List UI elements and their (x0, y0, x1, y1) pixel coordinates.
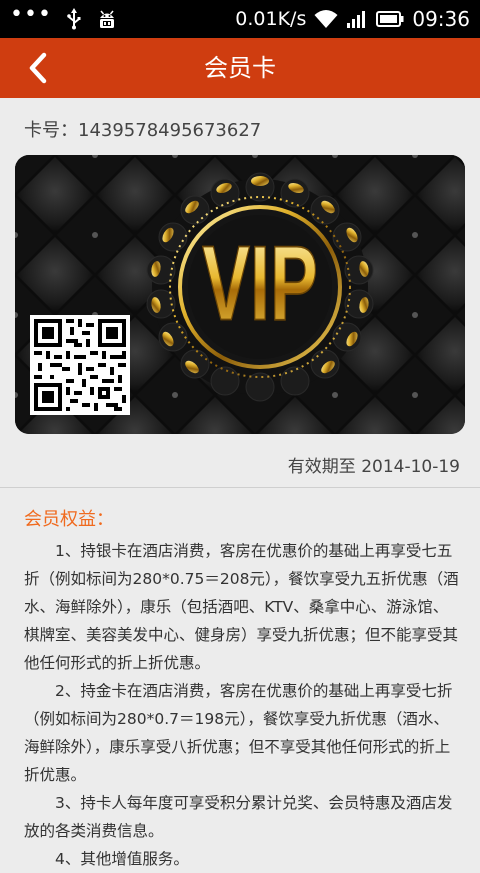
chevron-left-icon (29, 52, 47, 84)
benefit-item-4: 4、其他增值服务。 (55, 850, 189, 868)
benefits-title: 会员权益： (24, 509, 114, 530)
signal-icon (347, 11, 366, 28)
back-button[interactable] (22, 50, 58, 86)
qr-code[interactable] (30, 315, 130, 415)
network-speed: 0.01K/s (235, 8, 307, 30)
qr-code-icon (30, 315, 130, 415)
benefits-section: 会员权益： 1、持银卡在酒店消费，客房在优惠价的基础上再享受七五折（例如标间为2… (24, 505, 460, 873)
vip-card-image: VIP (15, 155, 465, 434)
notification-dots: ••• (10, 2, 52, 27)
status-bar: ••• 0.01K/s 09:36 (0, 0, 480, 38)
page-title: 会员卡 (204, 54, 276, 82)
benefit-item-3: 3、持卡人每年度可享受积分累计兑奖、会员特惠及酒店发放的各类消费信息。 (24, 794, 453, 840)
card-number: 卡号：1439578495673627 (24, 120, 262, 141)
battery-icon (376, 11, 404, 27)
benefit-item-2: 2、持金卡在酒店消费，客房在优惠价的基础上再享受七折（例如标间为280*0.7＝… (24, 682, 453, 784)
wifi-icon (314, 10, 338, 28)
vip-logo-text: VIP (202, 225, 318, 343)
benefit-item-1: 1、持银卡在酒店消费，客房在优惠价的基础上再享受七五折（例如标间为280*0.7… (24, 542, 459, 672)
clock: 09:36 (412, 7, 470, 31)
divider (0, 487, 480, 488)
usb-icon (67, 8, 81, 30)
expiry-date: 有效期至 2014-10-19 (287, 457, 460, 477)
title-bar: 会员卡 (0, 38, 480, 98)
android-debug-icon (99, 10, 114, 28)
